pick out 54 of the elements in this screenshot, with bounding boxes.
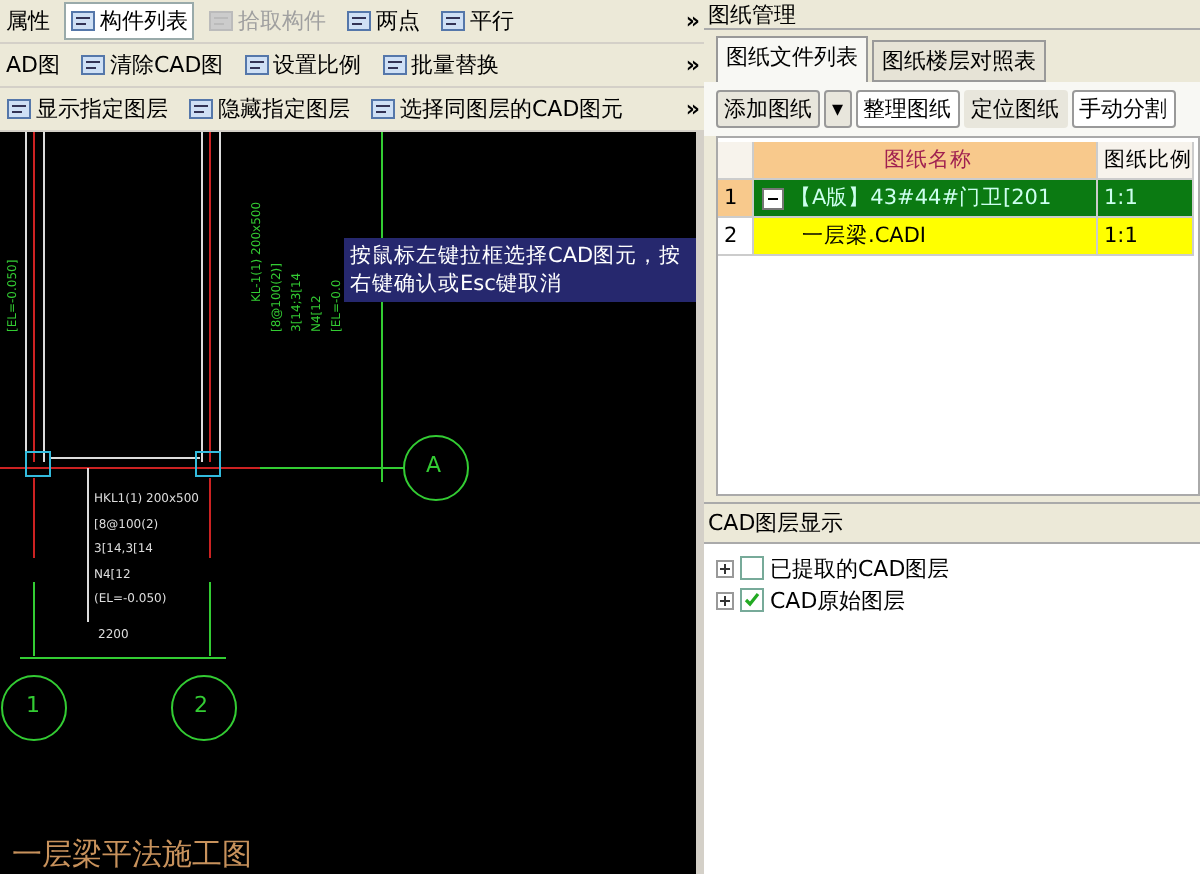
hint-tooltip: 按鼠标左键拉框选择CAD图元，按右键确认或Esc键取消 [344, 238, 696, 302]
tool-icon [243, 52, 270, 78]
toolbar-button[interactable]: 平行 [434, 2, 520, 40]
toolbar-button[interactable]: 整理图纸 [855, 90, 960, 128]
expand-toggle[interactable] [716, 591, 734, 609]
tool-icon [80, 52, 106, 78]
toolbar-button[interactable]: AD图 [0, 46, 66, 84]
panel-title: 图纸管理 [704, 0, 1200, 30]
table-cell: 1:1 [1098, 180, 1194, 218]
toolbar-button[interactable]: 显示指定图层 [0, 90, 174, 128]
collapse-toggle[interactable] [762, 187, 784, 209]
toolbar-button[interactable]: 隐藏指定图层 [182, 90, 356, 128]
drawing-title: 一层梁平法施工图 [12, 836, 252, 874]
toolbar-button[interactable]: 属性 [0, 2, 56, 40]
tab[interactable]: 图纸文件列表 [716, 36, 868, 82]
expand-toggle[interactable] [716, 559, 734, 577]
toolbar-button[interactable]: 清除CAD图 [74, 46, 230, 84]
table-cell[interactable]: 一层梁.CADI [754, 218, 1098, 256]
table-cell[interactable]: 【A版】43#44#门卫[201 [754, 180, 1098, 218]
tool-icon [188, 96, 214, 122]
column-header: 图纸名称 [754, 142, 1098, 180]
tool-icon [346, 8, 372, 34]
axis-label: A [426, 452, 442, 478]
overflow-chevron[interactable]: » [685, 8, 700, 34]
table-corner [718, 142, 754, 180]
toolbar-button[interactable]: 选择同图层的CAD图元 [364, 90, 630, 128]
toolbar-button[interactable]: 定位图纸 [963, 90, 1068, 128]
tool-icon [208, 8, 234, 34]
tab[interactable]: 图纸楼层对照表 [872, 40, 1046, 82]
axis-label: 2 [194, 692, 208, 718]
toolbar-button[interactable]: 批量替换 [375, 46, 506, 84]
column-header: 图纸比例 [1098, 142, 1194, 180]
axis-label: 1 [26, 692, 40, 718]
overflow-chevron[interactable]: » [685, 52, 700, 78]
tool-icon [370, 96, 396, 122]
dropdown-button[interactable]: ▾ [824, 90, 852, 128]
toolbar-button[interactable]: 两点 [340, 2, 426, 40]
row-number: 2 [718, 218, 754, 256]
tool-icon [6, 96, 32, 122]
tool-icon [70, 8, 96, 34]
toolbar-button[interactable]: 构件列表 [64, 2, 194, 40]
toolbar-button[interactable]: 手动分割 [1071, 90, 1176, 128]
layer-label: 已提取的CAD图层 [770, 553, 950, 583]
tool-icon [381, 52, 408, 78]
checkbox[interactable] [740, 588, 764, 612]
toolbar-button[interactable]: 添加图纸 [716, 90, 820, 128]
overflow-chevron[interactable]: » [685, 96, 700, 122]
tool-icon [440, 8, 466, 34]
section-header: CAD图层显示 [704, 502, 1200, 544]
checkbox[interactable] [740, 556, 764, 580]
row-number: 1 [718, 180, 754, 218]
toolbar-button[interactable]: 设置比例 [237, 46, 368, 84]
layer-label: CAD原始图层 [770, 585, 906, 615]
table-cell: 1:1 [1098, 218, 1194, 256]
